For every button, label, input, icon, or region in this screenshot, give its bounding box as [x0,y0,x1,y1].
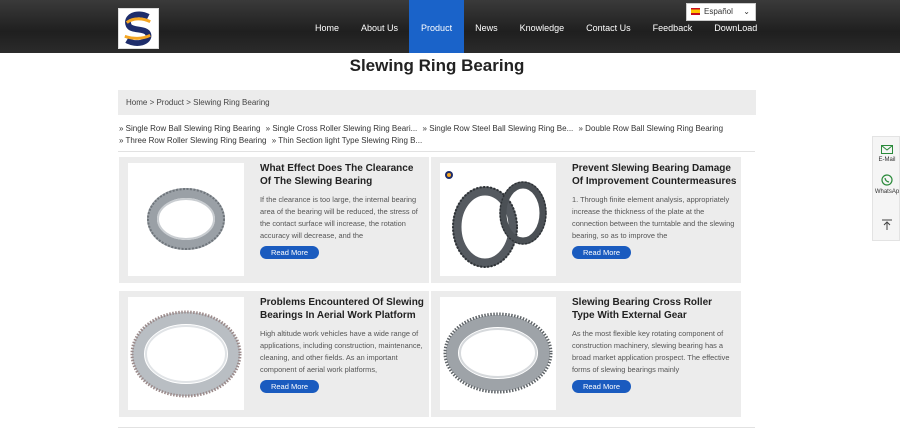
bearing-image[interactable] [128,297,244,410]
nav-news[interactable]: News [464,0,509,53]
email-label: E-Mail [878,157,896,163]
page-title: Slewing Ring Bearing [349,56,525,75]
bearing-image[interactable] [440,297,556,410]
back-to-top-button[interactable] [873,219,900,234]
category-link[interactable]: » Single Row Steel Ball Slewing Ring Be.… [423,124,574,133]
nav-about-us[interactable]: About Us [350,0,409,53]
divider [118,151,755,152]
category-link[interactable]: » Thin Section light Type Slewing Ring B… [272,136,422,145]
read-more-button[interactable]: Read More [260,246,319,259]
company-logo[interactable] [118,8,159,49]
language-label: Español [704,7,733,16]
whatsapp-icon [881,174,893,186]
category-link[interactable]: » Double Row Ball Slewing Ring Bearing [579,124,724,133]
whatsapp-contact[interactable]: WhatsAp [873,174,900,195]
article-title[interactable]: Problems Encountered Of Slewing Bearings… [260,296,425,322]
breadcrumb[interactable]: Home > Product > Slewing Ring Bearing [118,90,756,115]
floating-contact-panel: E-Mail WhatsAp [872,136,900,241]
whatsapp-label: WhatsAp [874,189,900,195]
nav-knowledge[interactable]: Knowledge [509,0,576,53]
bearing-image[interactable] [440,163,556,276]
article-summary: If the clearance is too large, the inter… [260,195,418,240]
article-title[interactable]: Prevent Slewing Bearing Damage Of Improv… [572,162,737,188]
article-title[interactable]: What Effect Does The Clearance Of The Sl… [260,162,425,188]
language-selector[interactable]: Español ⌄ [686,3,756,21]
category-link[interactable]: » Single Cross Roller Slewing Ring Beari… [266,124,418,133]
nav-home[interactable]: Home [304,0,350,53]
article-summary: 1. Through finite element analysis, appr… [572,195,735,240]
divider [118,427,755,428]
category-link[interactable]: » Single Row Ball Slewing Ring Bearing [119,124,260,133]
read-more-button[interactable]: Read More [572,246,631,259]
arrow-up-icon [882,219,892,230]
category-link[interactable]: » Three Row Roller Slewing Ring Bearing [119,136,266,145]
article-card: Prevent Slewing Bearing Damage Of Improv… [431,157,741,283]
article-card: What Effect Does The Clearance Of The Sl… [119,157,429,283]
spain-flag-icon [691,8,700,15]
chevron-down-icon: ⌄ [743,7,750,16]
read-more-button[interactable]: Read More [572,380,631,393]
nav-contact-us[interactable]: Contact Us [575,0,642,53]
article-summary: High altitude work vehicles have a wide … [260,329,423,374]
read-more-button[interactable]: Read More [260,380,319,393]
article-card: Problems Encountered Of Slewing Bearings… [119,291,429,417]
top-header: Home About Us Product News Knowledge Con… [0,0,900,53]
nav-product[interactable]: Product [409,0,465,53]
article-summary: As the most flexible key rotating compon… [572,329,730,374]
email-contact[interactable]: E-Mail [873,145,900,163]
email-icon [881,145,893,154]
bearing-image[interactable] [128,163,244,276]
article-card: Slewing Bearing Cross Roller Type With E… [431,291,741,417]
category-links: » Single Row Ball Slewing Ring Bearing »… [119,123,759,147]
article-title[interactable]: Slewing Bearing Cross Roller Type With E… [572,296,737,322]
